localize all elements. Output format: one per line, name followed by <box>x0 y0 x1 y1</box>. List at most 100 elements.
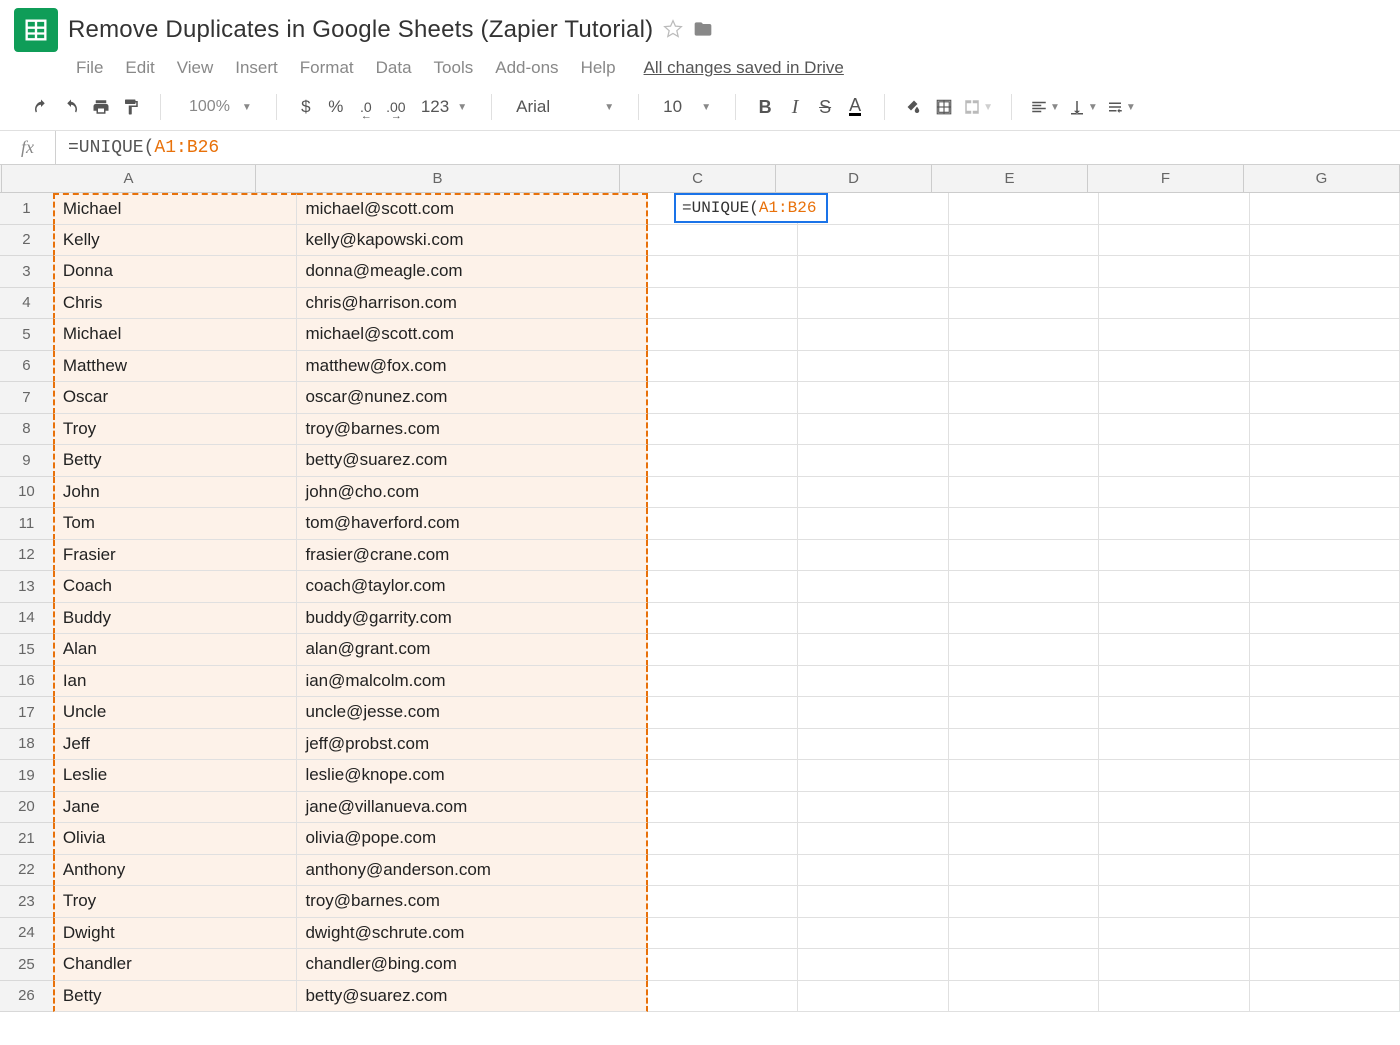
cell[interactable] <box>798 540 948 572</box>
row-header[interactable]: 2 <box>0 225 54 257</box>
cell[interactable] <box>1099 697 1249 729</box>
cell[interactable]: John <box>53 477 298 509</box>
zoom-dropdown[interactable]: 100%▼ <box>179 98 258 116</box>
row-header[interactable]: 4 <box>0 288 54 320</box>
horizontal-align-button[interactable]: ▼ <box>1030 94 1060 120</box>
row-header[interactable]: 6 <box>0 351 54 383</box>
cell[interactable] <box>648 981 798 1013</box>
cell[interactable]: leslie@knope.com <box>297 760 647 792</box>
cell[interactable] <box>949 855 1099 887</box>
cell[interactable] <box>1250 193 1400 225</box>
row-header[interactable]: 3 <box>0 256 54 288</box>
merge-cells-button[interactable]: ▼ <box>963 94 993 120</box>
cell[interactable]: coach@taylor.com <box>297 571 647 603</box>
cell[interactable] <box>798 288 948 320</box>
cell[interactable] <box>798 729 948 761</box>
cell[interactable]: Dwight <box>53 918 298 950</box>
cell[interactable] <box>1250 445 1400 477</box>
text-wrap-button[interactable]: ▼ <box>1106 94 1136 120</box>
cell[interactable] <box>949 540 1099 572</box>
cell[interactable] <box>798 949 948 981</box>
cell[interactable] <box>648 382 798 414</box>
cell[interactable] <box>1250 760 1400 792</box>
cell[interactable] <box>1099 288 1249 320</box>
cell[interactable] <box>949 634 1099 666</box>
column-header-A[interactable]: A <box>2 165 256 193</box>
cell[interactable] <box>1099 823 1249 855</box>
cell[interactable]: frasier@crane.com <box>297 540 647 572</box>
cell[interactable] <box>1099 886 1249 918</box>
cell[interactable] <box>648 949 798 981</box>
text-color-button[interactable]: A <box>844 94 866 120</box>
cell[interactable] <box>1099 382 1249 414</box>
cell[interactable] <box>798 760 948 792</box>
row-header[interactable]: 23 <box>0 886 54 918</box>
cell[interactable]: Michael <box>53 193 298 225</box>
cell[interactable] <box>949 319 1099 351</box>
cell[interactable] <box>648 288 798 320</box>
cell[interactable] <box>949 351 1099 383</box>
cell[interactable] <box>1250 855 1400 887</box>
cell[interactable]: Buddy <box>53 603 298 635</box>
cell[interactable]: Uncle <box>53 697 298 729</box>
row-header[interactable]: 26 <box>0 981 54 1013</box>
cell[interactable] <box>1099 666 1249 698</box>
cell[interactable] <box>1099 351 1249 383</box>
column-header-D[interactable]: D <box>776 165 932 193</box>
cell[interactable] <box>1250 666 1400 698</box>
cell[interactable]: Michael <box>53 319 298 351</box>
cell[interactable] <box>648 855 798 887</box>
cell[interactable] <box>648 351 798 383</box>
fill-color-button[interactable] <box>903 94 925 120</box>
cell[interactable] <box>648 729 798 761</box>
cell[interactable] <box>798 886 948 918</box>
cell[interactable]: Oscar <box>53 382 298 414</box>
cell[interactable] <box>949 256 1099 288</box>
menu-file[interactable]: File <box>76 58 103 78</box>
cell[interactable]: Anthony <box>53 855 298 887</box>
cell[interactable] <box>949 445 1099 477</box>
formula-input[interactable]: =UNIQUE(A1:B26 <box>56 131 1400 164</box>
cell[interactable]: buddy@garrity.com <box>297 603 647 635</box>
cell[interactable]: Chris <box>53 288 298 320</box>
cell[interactable] <box>798 603 948 635</box>
cell[interactable] <box>648 697 798 729</box>
cell[interactable] <box>648 603 798 635</box>
cell[interactable] <box>949 571 1099 603</box>
cell[interactable] <box>648 225 798 257</box>
cell[interactable] <box>648 886 798 918</box>
cell[interactable] <box>1099 634 1249 666</box>
cell[interactable] <box>1250 288 1400 320</box>
sheets-app-icon[interactable] <box>14 8 58 52</box>
cell[interactable] <box>648 571 798 603</box>
cell[interactable]: donna@meagle.com <box>297 256 647 288</box>
cell[interactable] <box>1099 855 1249 887</box>
cell[interactable]: olivia@pope.com <box>297 823 647 855</box>
cell[interactable] <box>798 792 948 824</box>
cell[interactable] <box>1099 949 1249 981</box>
cell[interactable]: oscar@nunez.com <box>297 382 647 414</box>
cell[interactable] <box>949 918 1099 950</box>
cell[interactable] <box>1099 414 1249 446</box>
cell[interactable] <box>798 981 948 1013</box>
cell[interactable] <box>798 414 948 446</box>
cell[interactable] <box>648 414 798 446</box>
cell[interactable]: tom@haverford.com <box>297 508 647 540</box>
row-header[interactable]: 14 <box>0 603 54 635</box>
cell[interactable] <box>798 508 948 540</box>
cell[interactable] <box>949 382 1099 414</box>
cell[interactable] <box>1099 760 1249 792</box>
cell[interactable]: Ian <box>53 666 298 698</box>
cell[interactable] <box>949 760 1099 792</box>
cell[interactable] <box>1099 225 1249 257</box>
cell[interactable] <box>1250 256 1400 288</box>
active-cell-editor[interactable]: =UNIQUE(A1:B26 <box>674 193 828 223</box>
row-header[interactable]: 25 <box>0 949 54 981</box>
cell[interactable] <box>1250 508 1400 540</box>
cell[interactable]: Coach <box>53 571 298 603</box>
cell[interactable] <box>798 319 948 351</box>
cell[interactable]: Jeff <box>53 729 298 761</box>
menu-data[interactable]: Data <box>376 58 412 78</box>
star-icon[interactable] <box>663 19 683 42</box>
folder-icon[interactable] <box>693 19 713 42</box>
